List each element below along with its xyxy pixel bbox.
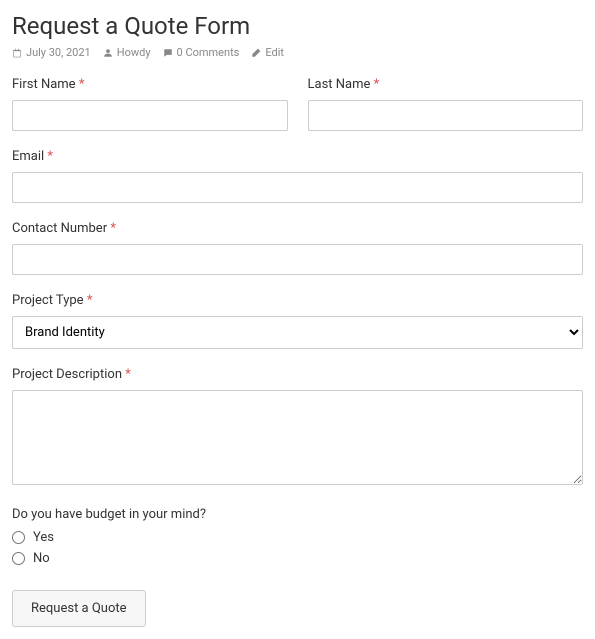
email-label: Email *: [12, 149, 583, 164]
budget-no-text: No: [33, 551, 50, 566]
required-mark: *: [47, 149, 53, 164]
email-label-text: Email: [12, 149, 44, 164]
required-mark: *: [87, 293, 93, 308]
submit-button[interactable]: Request a Quote: [12, 590, 146, 627]
project-description-label: Project Description *: [12, 367, 583, 382]
project-description-label-text: Project Description: [12, 367, 122, 382]
contact-number-input[interactable]: [12, 244, 583, 275]
required-mark: *: [125, 367, 131, 382]
calendar-icon: [12, 48, 22, 58]
budget-option-yes[interactable]: Yes: [12, 530, 583, 545]
first-name-label-text: First Name: [12, 77, 76, 92]
edit-icon: [251, 48, 261, 58]
comment-icon: [163, 48, 173, 58]
first-name-label: First Name *: [12, 77, 288, 92]
email-input[interactable]: [12, 172, 583, 203]
budget-label: Do you have budget in your mind?: [12, 507, 583, 522]
budget-radio-yes[interactable]: [12, 531, 25, 544]
required-mark: *: [110, 221, 116, 236]
meta-author[interactable]: Howdy: [103, 46, 151, 59]
meta-date: July 30, 2021: [12, 46, 91, 59]
required-mark: *: [79, 77, 85, 92]
meta-comments[interactable]: 0 Comments: [163, 46, 240, 59]
page-title: Request a Quote Form: [12, 12, 583, 40]
last-name-label-text: Last Name: [308, 77, 371, 92]
meta-author-text: Howdy: [117, 46, 151, 59]
quote-form: First Name * Last Name * Email * Contact…: [12, 77, 583, 627]
last-name-input[interactable]: [308, 100, 584, 131]
meta-edit[interactable]: Edit: [251, 46, 284, 59]
budget-radio-group: Yes No: [12, 530, 583, 566]
budget-radio-no[interactable]: [12, 552, 25, 565]
budget-yes-text: Yes: [33, 530, 54, 545]
post-meta: July 30, 2021 Howdy 0 Comments Edit: [12, 46, 583, 59]
project-type-label: Project Type *: [12, 293, 583, 308]
meta-edit-text: Edit: [265, 46, 284, 59]
first-name-input[interactable]: [12, 100, 288, 131]
user-icon: [103, 48, 113, 58]
last-name-label: Last Name *: [308, 77, 584, 92]
meta-date-text: July 30, 2021: [26, 46, 91, 59]
project-description-textarea[interactable]: [12, 390, 583, 485]
project-type-select[interactable]: Brand Identity: [12, 316, 583, 349]
budget-option-no[interactable]: No: [12, 551, 583, 566]
contact-number-label-text: Contact Number: [12, 221, 107, 236]
meta-comments-text: 0 Comments: [177, 46, 240, 59]
project-type-label-text: Project Type: [12, 293, 84, 308]
contact-number-label: Contact Number *: [12, 221, 583, 236]
required-mark: *: [374, 77, 380, 92]
